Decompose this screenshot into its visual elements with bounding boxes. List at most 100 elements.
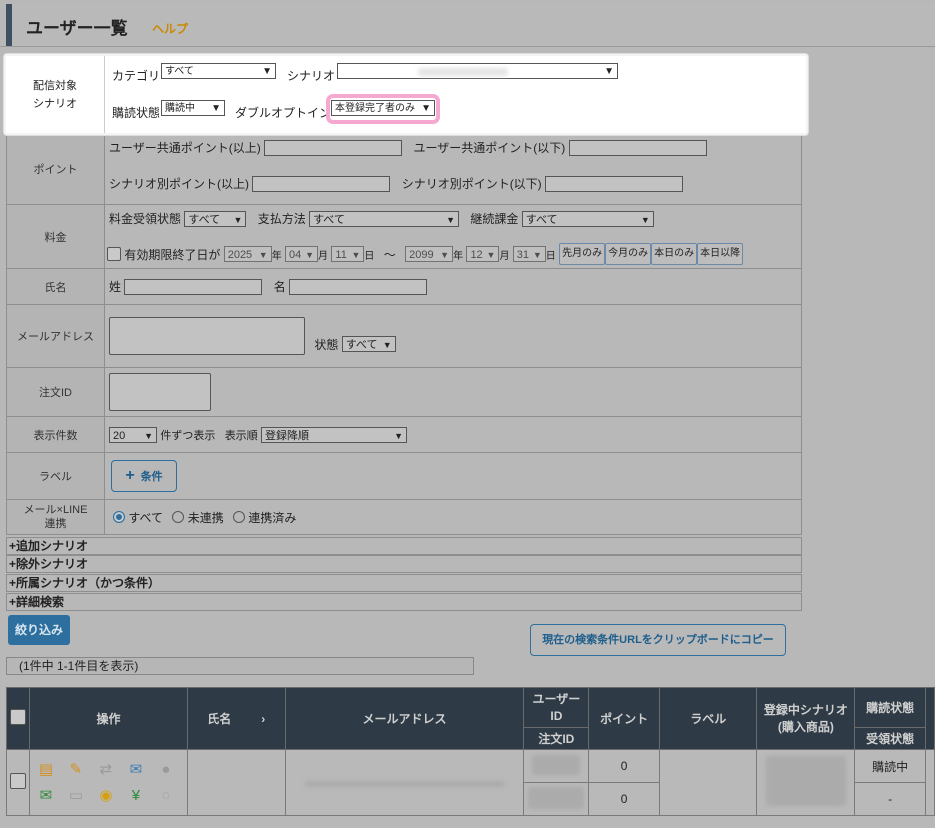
to-month-select[interactable]: 12 ▼	[466, 246, 500, 262]
common-point-max-label: ユーザー共通ポイント(以下)	[413, 141, 566, 155]
chevron-down-icon: ▼	[211, 103, 221, 114]
handshake-icon[interactable]: ⇄	[96, 761, 116, 779]
user-mail-icon[interactable]: ✉	[126, 761, 146, 779]
radio-unlinked[interactable]	[172, 511, 185, 523]
email-textarea[interactable]	[109, 317, 305, 355]
from-year-select[interactable]: 2025 ▼	[223, 246, 272, 262]
add-condition-button[interactable]: + 条件	[111, 460, 177, 492]
to-day-select[interactable]: 31 ▼	[512, 246, 546, 262]
select-all-checkbox[interactable]	[9, 709, 26, 725]
row-sub-status: 購読中	[854, 749, 926, 783]
email-status-label: 状態	[314, 337, 339, 352]
row-label	[658, 749, 758, 816]
filter-button[interactable]: 絞り込み	[8, 615, 70, 645]
last-month-button[interactable]: 先月のみ	[559, 243, 606, 265]
plus-icon: +	[125, 467, 135, 484]
target-scenario-panel: 配信対象 シナリオ カテゴリ すべて ▼ シナリオ ▼ 購読状態 購読中 ▼ ダブルオ…	[4, 54, 808, 135]
copy-url-button[interactable]: 現在の検索条件URLをクリップボードにコピー	[530, 624, 786, 656]
chevron-down-icon: ▼	[382, 340, 392, 350]
chevron-down-icon: ▼	[144, 430, 153, 441]
row-name	[186, 749, 286, 816]
row-checkbox[interactable]	[9, 773, 26, 789]
this-month-button[interactable]: 今月のみ	[605, 243, 652, 265]
col-recv-status: 受領状態	[854, 727, 926, 750]
chat-outline-icon[interactable]: ○	[156, 787, 176, 805]
last-name-input[interactable]	[124, 278, 263, 295]
divider	[0, 46, 935, 47]
order-id-textarea[interactable]	[109, 373, 211, 411]
fee-label: 料金	[6, 204, 105, 269]
recurring-select[interactable]: すべて ▼	[521, 210, 654, 227]
id-card-icon[interactable]: ▤	[36, 761, 56, 779]
coin-user-icon[interactable]: ◉	[96, 787, 116, 805]
scenario-point-max-input[interactable]	[545, 175, 684, 192]
page-header: ユーザー一覧 ヘルプ	[6, 4, 935, 46]
exclude-scenario-toggle[interactable]: +除外シナリオ	[6, 555, 802, 573]
col-sub-status: 購読状態	[854, 687, 926, 728]
col-ops: 操作	[28, 687, 188, 750]
category-label: カテゴリ	[112, 69, 161, 83]
belong-scenario-toggle[interactable]: +所属シナリオ（かつ条件）	[6, 574, 802, 592]
display-count-select[interactable]: 20 ▼	[109, 426, 157, 443]
row-order-id	[523, 782, 590, 816]
chevron-right-icon: ›	[261, 712, 266, 726]
receive-status-label: 料金受領状態	[109, 212, 182, 226]
from-month-select[interactable]: 04 ▼	[285, 246, 319, 262]
display-count-label: 表示件数	[6, 416, 105, 453]
subscribe-status-select[interactable]: 購読中 ▼	[161, 100, 225, 116]
action-icons: ▤ ✎ ⇄ ✉ ● ✉ ▭ ◉ ¥ ○	[30, 761, 186, 805]
to-year-select[interactable]: 2099 ▼	[405, 246, 454, 262]
chevron-down-icon: ▼	[640, 214, 650, 225]
after-today-button[interactable]: 本日以降	[697, 243, 744, 265]
highlight-frame	[326, 94, 440, 124]
row-user-id	[523, 749, 590, 783]
receive-status-select[interactable]: すべて ▼	[184, 210, 247, 227]
blurred-email	[304, 780, 505, 787]
col-point: ポイント	[588, 687, 660, 750]
chevron-down-icon: ▼	[394, 430, 404, 441]
help-link[interactable]: ヘルプ	[152, 20, 188, 37]
yen-icon[interactable]: ¥	[126, 787, 146, 805]
category-select[interactable]: すべて ▼	[161, 63, 276, 79]
chevron-down-icon: ▼	[233, 214, 243, 225]
radio-linked-label: 連携済み	[248, 510, 297, 525]
pay-method-select[interactable]: すべて ▼	[309, 210, 460, 227]
radio-linked[interactable]	[233, 511, 246, 523]
row-email[interactable]	[284, 749, 525, 816]
result-count: (1件中 1-1件目を表示)	[6, 657, 474, 675]
card-icon[interactable]: ▭	[66, 787, 86, 805]
add-scenario-toggle[interactable]: +追加シナリオ	[6, 537, 802, 555]
email-status-select[interactable]: すべて ▼	[341, 336, 396, 352]
expiry-label: 有効期限終了日が	[124, 247, 221, 262]
last-name-label: 姓	[109, 280, 122, 294]
sort-order-select[interactable]: 登録降順 ▼	[261, 426, 408, 443]
common-point-max-input[interactable]	[568, 139, 707, 156]
col-order-id: 注文ID	[523, 727, 590, 750]
target-scenario-label: 配信対象 シナリオ	[6, 56, 105, 133]
user-edit-icon[interactable]: ✎	[66, 761, 86, 779]
col-scenario: 登録中シナリオ (購入商品)	[756, 687, 856, 750]
scenario-point-min-input[interactable]	[252, 175, 391, 192]
mail-icon[interactable]: ✉	[36, 787, 56, 805]
scenario-select[interactable]: ▼	[337, 63, 618, 79]
per-page-text: 件ずつ表示	[160, 429, 216, 442]
row-point-1: 0	[588, 749, 660, 783]
email-label: メールアドレス	[6, 304, 105, 368]
col-name[interactable]: 氏名 ›	[186, 687, 286, 750]
radio-all[interactable]	[113, 511, 125, 523]
chat-icon[interactable]: ●	[156, 761, 176, 779]
detail-search-toggle[interactable]: +詳細検索	[6, 593, 802, 611]
expiry-checkbox[interactable]	[107, 247, 121, 261]
scenario-point-max-label: シナリオ別ポイント(以下)	[401, 177, 542, 191]
from-day-select[interactable]: 11 ▼	[331, 246, 365, 262]
chevron-down-icon: ▼	[604, 66, 614, 77]
radio-unlinked-label: 未連携	[187, 510, 224, 525]
subscribe-status-label: 購読状態	[112, 106, 161, 120]
common-point-min-input[interactable]	[264, 139, 403, 156]
radio-all-label: すべて	[128, 510, 164, 525]
row-point-2: 0	[588, 782, 660, 816]
today-button[interactable]: 本日のみ	[651, 243, 698, 265]
col-user-id: ユーザー ID	[523, 687, 590, 728]
col-label: ラベル	[658, 687, 758, 750]
first-name-input[interactable]	[289, 278, 428, 295]
